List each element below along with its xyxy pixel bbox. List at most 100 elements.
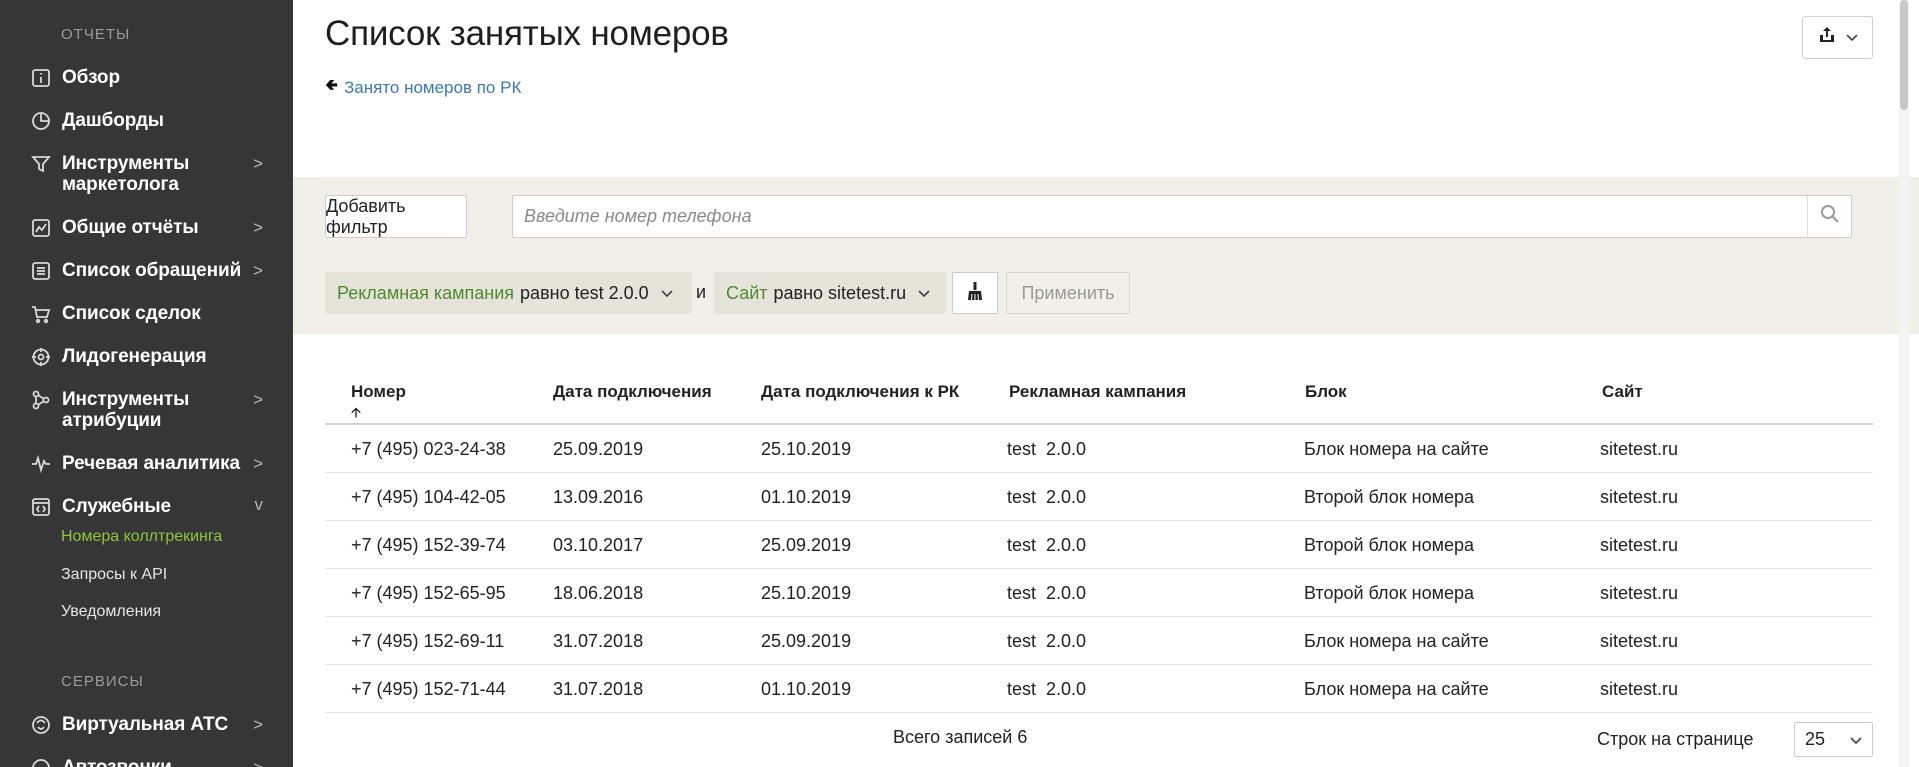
code-icon: [30, 496, 52, 518]
filter-conjunction: и: [696, 282, 707, 302]
rows-per-page-value: 25: [1805, 729, 1826, 749]
scrollbar-thumb[interactable]: [1900, 0, 1908, 110]
sidebar-item-requests[interactable]: Список обращений >: [0, 260, 293, 290]
cell-site: sitetest.ru: [1600, 439, 1679, 459]
column-header-campaign-connection-date[interactable]: Дата подключения к РК: [761, 382, 959, 402]
cell-connection-date: 18.06.2018: [553, 583, 644, 603]
total-records: Всего записей 6: [893, 727, 1028, 747]
rows-per-page-select[interactable]: 25: [1794, 722, 1873, 757]
sidebar-item-general-reports[interactable]: Общие отчёты >: [0, 217, 293, 247]
chart-icon: [30, 217, 52, 239]
cell-number: +7 (495) 152-65-95: [351, 583, 506, 603]
cell-campaign: test 2.0.0: [1007, 631, 1087, 651]
info-icon: [30, 67, 52, 89]
table-row[interactable]: +7 (495) 104-42-05 13.09.2016 01.10.2019…: [325, 473, 1873, 521]
filter-chip-value: равно test 2.0.0: [520, 282, 649, 303]
cell-campaign-date: 25.10.2019: [761, 439, 852, 459]
cell-connection-date: 13.09.2016: [553, 487, 644, 507]
scrollbar-track[interactable]: [1899, 0, 1909, 767]
sidebar-item-label: Служебные: [62, 496, 171, 517]
table-row[interactable]: +7 (495) 023-24-38 25.09.2019 25.10.2019…: [325, 425, 1873, 473]
leadgen-icon: [30, 346, 52, 368]
sidebar-item-service[interactable]: Служебные v: [0, 495, 293, 526]
sort-asc-icon[interactable]: 🡩: [351, 402, 361, 426]
cell-block: Второй блок номера: [1304, 487, 1474, 507]
column-header-block[interactable]: Блок: [1305, 382, 1347, 402]
column-header-number[interactable]: Номер: [351, 382, 406, 402]
column-header-site[interactable]: Сайт: [1602, 382, 1643, 402]
sidebar-subitem-api-requests[interactable]: Запросы к API: [61, 566, 167, 584]
sidebar-item-label: Список сделок: [62, 303, 201, 324]
sidebar-item-deals[interactable]: Список сделок: [0, 303, 293, 333]
sidebar-item-virtual-pbx[interactable]: Виртуальная АТС >: [0, 714, 293, 744]
chevron-right-icon: >: [253, 758, 263, 767]
chevron-right-icon: >: [253, 715, 263, 734]
cell-number: +7 (495) 152-69-11: [351, 631, 505, 651]
search-icon: [1820, 204, 1840, 229]
cell-connection-date: 25.09.2019: [553, 439, 644, 459]
filter-icon: [30, 153, 52, 175]
cell-number: +7 (495) 023-24-38: [351, 439, 506, 459]
cart-icon: [30, 303, 52, 325]
sidebar-item-leadgen[interactable]: Лидогенерация: [0, 346, 293, 376]
chevron-right-icon: >: [253, 261, 263, 280]
cell-campaign-date: 01.10.2019: [761, 487, 852, 507]
cell-site: sitetest.ru: [1600, 631, 1679, 651]
cell-site: sitetest.ru: [1600, 487, 1679, 507]
waveform-icon: [30, 453, 52, 475]
cell-campaign-date: 01.10.2019: [761, 679, 852, 699]
column-header-campaign[interactable]: Рекламная кампания: [1009, 382, 1186, 402]
filter-panel: Добавить фильтр Рекламная кампания равно…: [293, 177, 1919, 334]
sidebar-item-dashboards[interactable]: Дашборды: [0, 110, 293, 140]
cell-number: +7 (495) 104-42-05: [351, 487, 506, 507]
sidebar-item-label: Виртуальная АТС: [62, 714, 229, 735]
filter-chip-key: Сайт: [726, 282, 768, 303]
table-row[interactable]: +7 (495) 152-39-74 03.10.2017 25.09.2019…: [325, 521, 1873, 569]
filter-chip-value: равно sitetest.ru: [773, 282, 907, 303]
sidebar-item-speech-analytics[interactable]: Речевая аналитика >: [0, 453, 293, 483]
pbx-icon: [30, 714, 52, 736]
sidebar: ОТЧЕТЫ Обзор Дашборды Инструменты маркет…: [0, 0, 293, 767]
chevron-down-icon: [918, 286, 930, 301]
attribution-icon: [30, 389, 52, 411]
table-row[interactable]: +7 (495) 152-71-44 31.07.2018 01.10.2019…: [325, 665, 1873, 713]
sidebar-subitem-calltracking-numbers[interactable]: Номера коллтрекинга: [61, 528, 222, 546]
cell-campaign-date: 25.09.2019: [761, 631, 852, 651]
add-filter-button[interactable]: Добавить фильтр: [325, 195, 467, 238]
sidebar-item-label: Инструменты маркетолога: [62, 153, 190, 195]
chevron-right-icon: >: [253, 218, 263, 237]
autocall-icon: [30, 757, 52, 767]
export-button[interactable]: [1802, 16, 1873, 59]
sidebar-item-attribution-tools[interactable]: Инструменты атрибуции >: [0, 389, 293, 431]
sidebar-subitem-notifications[interactable]: Уведомления: [61, 603, 161, 621]
phone-search-input[interactable]: [513, 196, 1803, 237]
cell-campaign: test 2.0.0: [1007, 535, 1087, 555]
section-title-reports: ОТЧЕТЫ: [61, 26, 131, 43]
page-title: Список занятых номеров: [325, 14, 729, 53]
search-button[interactable]: [1807, 196, 1851, 237]
apply-button[interactable]: Применить: [1006, 272, 1130, 314]
table-row[interactable]: +7 (495) 152-69-11 31.07.2018 25.09.2019…: [325, 617, 1873, 665]
sidebar-item-autocalls[interactable]: Автозвонки >: [0, 757, 293, 767]
cell-block: Второй блок номера: [1304, 583, 1474, 603]
sidebar-item-marketing-tools[interactable]: Инструменты маркетолога >: [0, 153, 293, 195]
sidebar-item-overview[interactable]: Обзор: [0, 67, 293, 97]
arrow-left-icon: 🢀: [325, 77, 338, 94]
filter-chip-site[interactable]: Сайт равно sitetest.ru: [714, 272, 946, 314]
cell-campaign: test 2.0.0: [1007, 487, 1087, 507]
filter-chip-campaign[interactable]: Рекламная кампания равно test 2.0.0: [325, 272, 692, 314]
sidebar-item-label: Список обращений: [62, 260, 242, 281]
chevron-down-icon: [1850, 729, 1862, 750]
back-link[interactable]: 🢀 Занято номеров по РК: [325, 74, 521, 101]
numbers-table: Номер 🡩 Дата подключения Дата подключени…: [325, 380, 1873, 713]
clear-filters-button[interactable]: [952, 272, 998, 314]
cell-campaign-date: 25.09.2019: [761, 535, 852, 555]
table-row[interactable]: +7 (495) 152-65-95 18.06.2018 25.10.2019…: [325, 569, 1873, 617]
cell-site: sitetest.ru: [1600, 679, 1679, 699]
cell-connection-date: 31.07.2018: [553, 631, 644, 651]
column-header-connection-date[interactable]: Дата подключения: [553, 382, 712, 402]
chevron-down-icon: v: [254, 495, 264, 514]
cell-block: Второй блок номера: [1304, 535, 1474, 555]
cell-block: Блок номера на сайте: [1304, 631, 1489, 651]
rows-per-page-label: Строк на странице: [1597, 729, 1754, 749]
